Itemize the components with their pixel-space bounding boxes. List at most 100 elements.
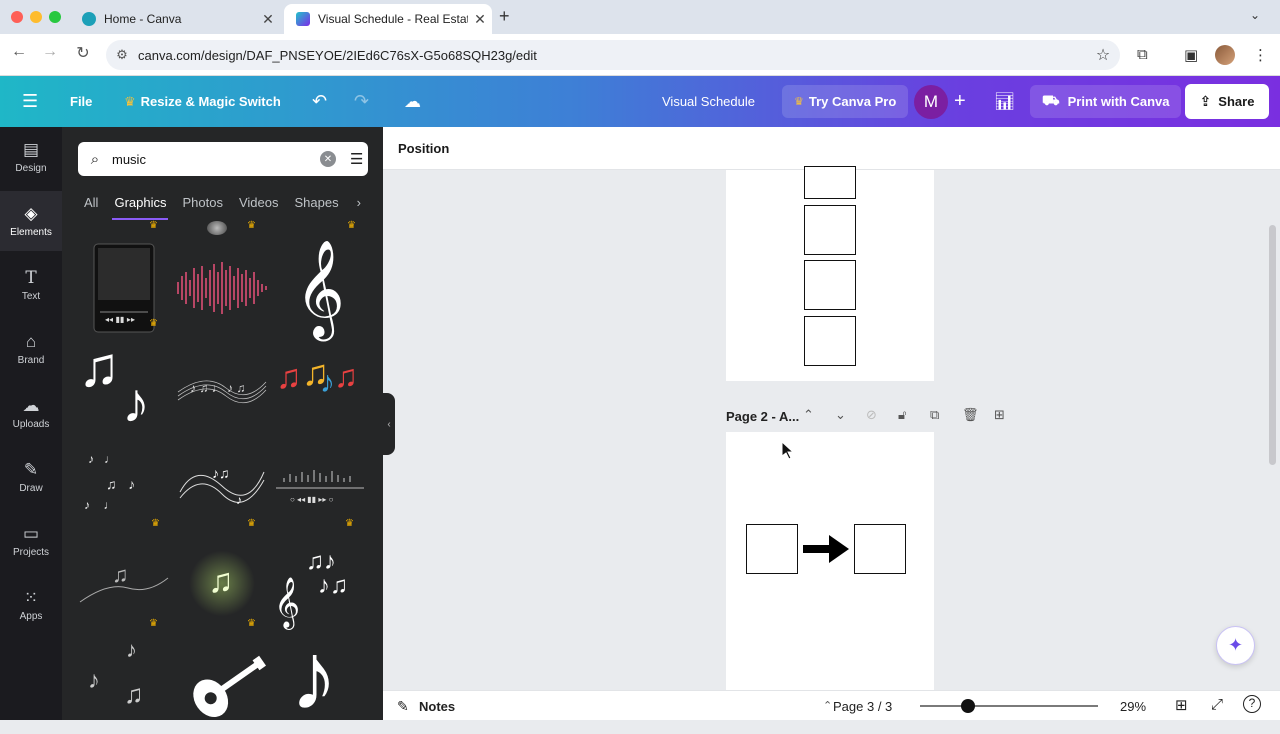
filter-icon[interactable]: ☰ [350, 150, 363, 168]
grid-view-icon[interactable]: ⊞ [1175, 696, 1188, 714]
user-avatar[interactable]: M [914, 85, 948, 119]
music-staff-graphic[interactable]: ♪ ♫ ♩ ♪ ♫ [176, 342, 268, 434]
try-canva-pro-button[interactable]: ♛ Try Canva Pro [782, 85, 909, 118]
scattered-notes-graphic[interactable]: ♪ ♩ ♫ ♪ ♪ ♩ ♛ [78, 442, 170, 534]
add-page-icon[interactable]: ⊞ [994, 407, 1005, 423]
forward-icon[interactable]: → [38, 43, 62, 61]
help-icon[interactable]: ? [1243, 695, 1261, 713]
rail-label: Elements [10, 226, 52, 238]
chevron-up-icon[interactable]: ⌃ [803, 407, 814, 423]
audio-player-graphic[interactable]: ○ ◂◂ ▮▮ ▸▸ ○ ♛ [274, 442, 366, 534]
canva-doc-icon [296, 12, 310, 26]
schedule-box[interactable] [804, 205, 856, 255]
schedule-box[interactable] [746, 524, 798, 574]
notes-icon[interactable]: ✎ [397, 698, 409, 715]
canvas-scrollbar[interactable] [1269, 225, 1276, 465]
add-collaborator-icon[interactable]: + [954, 76, 966, 127]
arrow-right-shape[interactable] [803, 533, 849, 565]
chevron-down-icon[interactable]: ⌄ [835, 407, 846, 423]
page-1-canvas[interactable] [726, 166, 934, 381]
url-field[interactable]: ⚙ canva.com/design/DAF_PNSEYOE/2IEd6C76s… [106, 40, 1120, 70]
eighth-note-graphic[interactable]: ♪ [274, 627, 366, 729]
rail-item-projects[interactable]: ▭ Projects [0, 511, 62, 571]
resize-magic-switch-button[interactable]: ♛ Resize & Magic Switch [124, 76, 281, 127]
notes-button[interactable]: Notes [419, 699, 455, 714]
share-button[interactable]: ⇪ Share [1185, 84, 1269, 119]
browser-menu-icon[interactable]: ⋮ [1253, 46, 1268, 64]
cloud-saved-icon[interactable]: ☁ [404, 76, 421, 127]
rail-item-brand[interactable]: ⌂ Brand [0, 319, 62, 379]
swirl-notes-graphic[interactable]: ♪♫ ♪ ♛ [176, 442, 268, 534]
line-notes-graphic[interactable]: ♫ ♛ [78, 542, 170, 634]
reload-icon[interactable]: ↻ [71, 43, 95, 63]
delete-page-icon[interactable]: 🗑︎ [962, 407, 979, 423]
schedule-box[interactable] [804, 316, 856, 366]
treble-clef-graphic[interactable]: 𝄞 [274, 242, 366, 334]
tab-search-icon[interactable]: ⌄ [1250, 8, 1260, 22]
colorful-notes-graphic[interactable]: ♫ ♫ ♪ ♫ [274, 342, 366, 434]
lock-icon[interactable]: 🔓︎ [898, 407, 906, 423]
clear-search-icon[interactable]: ✕ [320, 151, 336, 167]
tab-videos[interactable]: Videos [239, 195, 279, 214]
rail-item-design[interactable]: ▤ Design [0, 127, 62, 187]
rail-item-apps[interactable]: ⁙ Apps [0, 575, 62, 635]
search-input[interactable] [112, 151, 302, 167]
sound-wave-graphic[interactable] [176, 242, 268, 334]
search-box[interactable]: ⌕ ✕ ☰ [78, 142, 368, 176]
tab-all[interactable]: All [84, 195, 98, 214]
insights-chart-icon[interactable]: 📊︎ [994, 76, 1016, 127]
bookmark-star-icon[interactable]: ☆ [1086, 45, 1120, 65]
duplicate-page-icon[interactable]: ⧉ [930, 407, 939, 423]
rail-item-draw[interactable]: ✎ Draw [0, 447, 62, 507]
collapse-panel-icon[interactable]: ‹ [383, 393, 395, 455]
print-with-canva-button[interactable]: ⛟ Print with Canva [1030, 85, 1182, 118]
music-player-graphic[interactable]: ◂◂ ▮▮ ▸▸ ♛ [78, 242, 170, 334]
minimize-window-icon[interactable] [30, 11, 42, 23]
hide-page-icon[interactable]: ⊘ [866, 407, 877, 423]
page-2-canvas[interactable] [726, 432, 934, 690]
browser-tab-visual-schedule[interactable]: Visual Schedule - Real Estate ✕ [284, 4, 492, 34]
page-indicator[interactable]: Page 3 / 3 [833, 699, 892, 714]
fullscreen-icon[interactable]: ⤢ [1211, 696, 1223, 713]
tab-photos[interactable]: Photos [182, 195, 222, 214]
schedule-box[interactable] [854, 524, 906, 574]
extensions-icon[interactable]: ⧉ [1137, 46, 1148, 63]
site-settings-icon[interactable]: ⚙ [106, 47, 138, 63]
tab-shapes[interactable]: Shapes [294, 195, 338, 214]
position-button[interactable]: Position [398, 141, 449, 156]
close-window-icon[interactable] [11, 11, 23, 23]
browser-tab-home[interactable]: Home - Canva ✕ [70, 4, 280, 34]
close-tab-icon[interactable]: ✕ [256, 11, 280, 28]
chevron-right-icon[interactable]: › [357, 195, 361, 214]
sidebar-toggle-icon[interactable]: ▣ [1184, 46, 1198, 64]
zoom-level[interactable]: 29% [1120, 699, 1146, 714]
back-icon[interactable]: ← [7, 43, 31, 61]
music-notes-graphic[interactable]: ♫ ♪ [78, 335, 170, 434]
maximize-window-icon[interactable] [49, 11, 61, 23]
document-title[interactable]: Visual Schedule [662, 76, 755, 127]
schedule-box[interactable] [804, 260, 856, 310]
expand-pages-icon[interactable]: ⌃ [823, 699, 832, 712]
rail-item-uploads[interactable]: ☁ Uploads [0, 383, 62, 443]
schedule-box[interactable] [804, 166, 856, 199]
rail-item-elements[interactable]: ◈ Elements [0, 191, 62, 251]
magic-assistant-icon[interactable]: ✦ [1216, 626, 1255, 665]
close-tab-icon[interactable]: ✕ [468, 11, 492, 28]
glowing-note-graphic[interactable]: ♫ ♛ [176, 542, 268, 634]
zoom-slider[interactable] [920, 699, 1098, 713]
main-menu-icon[interactable]: ☰ [22, 76, 38, 127]
truck-icon: ⛟ [1042, 92, 1060, 108]
doodle-notes-graphic[interactable]: ♪ ♪ ♫ [78, 637, 170, 729]
undo-icon[interactable]: ↶ [312, 76, 327, 127]
clef-notes-graphic[interactable]: 𝄞 ♫♪ ♪♫ [274, 542, 366, 634]
redo-icon[interactable]: ↷ [354, 76, 369, 127]
browser-profile-avatar[interactable] [1215, 45, 1235, 65]
zoom-slider-handle[interactable] [961, 699, 976, 713]
rail-item-text[interactable]: T Text [0, 255, 62, 315]
tab-graphics[interactable]: Graphics [112, 195, 169, 220]
new-tab-icon[interactable]: + [499, 6, 510, 27]
partial-graphic[interactable] [207, 221, 227, 235]
guitar-graphic[interactable] [176, 637, 268, 729]
file-menu-button[interactable]: File [70, 76, 92, 127]
page-2-label[interactable]: Page 2 - A... [726, 409, 799, 424]
